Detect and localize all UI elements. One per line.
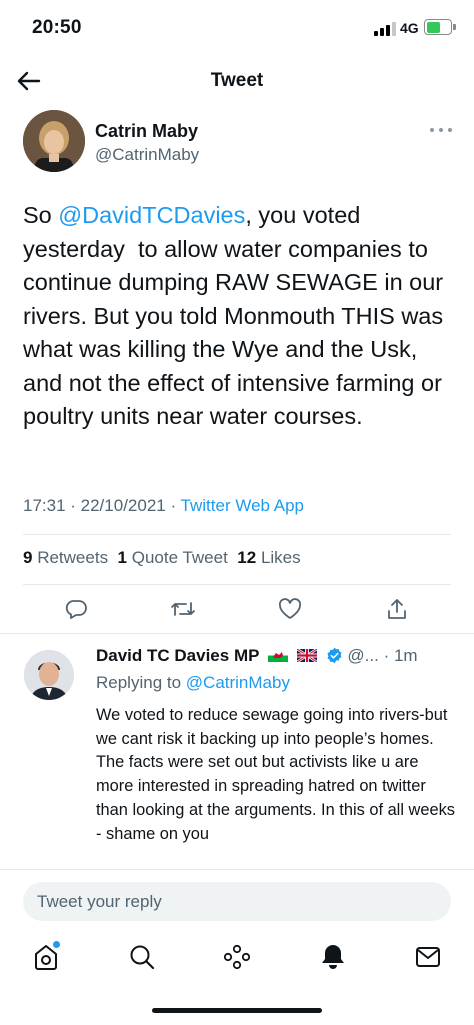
home-indicator xyxy=(152,1008,322,1013)
replying-to-label: Replying to xyxy=(96,673,186,692)
spaces-icon xyxy=(223,944,251,970)
reply-author-name[interactable]: David TC Davies MP xyxy=(96,646,259,665)
divider xyxy=(23,534,451,535)
bottom-tab-bar xyxy=(0,940,474,980)
tweet-stats: 9 Retweets 1 Quote Tweet 12 Likes xyxy=(23,548,301,568)
reply-composer[interactable] xyxy=(23,882,451,921)
divider xyxy=(0,633,474,634)
tweet-text-prefix: So xyxy=(23,202,59,228)
nav-header: Tweet xyxy=(0,60,474,102)
retweet-icon xyxy=(171,602,195,616)
tweet-text-body: , you voted yesterday to allow water com… xyxy=(23,202,450,429)
search-icon xyxy=(130,945,155,970)
page-title: Tweet xyxy=(210,70,264,91)
author-name[interactable]: Catrin Maby xyxy=(95,121,198,142)
more-options-button[interactable] xyxy=(430,120,452,140)
replying-to: Replying to @CatrinMaby xyxy=(96,673,290,693)
more-dots-icon xyxy=(430,128,434,132)
like-button[interactable] xyxy=(277,596,303,622)
tweet-actions xyxy=(0,596,474,622)
network-type: 4G xyxy=(400,20,419,36)
signal-strength-icon xyxy=(374,22,396,36)
reply-button[interactable] xyxy=(63,596,89,622)
tweet-mention-link[interactable]: @DavidTCDavies xyxy=(58,202,245,228)
battery-cap xyxy=(453,24,456,30)
battery-icon xyxy=(424,19,452,35)
tab-messages[interactable] xyxy=(413,940,443,974)
tab-search[interactable] xyxy=(127,940,157,974)
reply-bubble-icon xyxy=(65,600,87,619)
tweet-meta: 17:31 · 22/10/2021 · Twitter Web App xyxy=(23,496,304,516)
quote-tweets-stat[interactable]: 1 Quote Tweet xyxy=(118,548,228,567)
divider xyxy=(23,584,451,585)
author-handle[interactable]: @CatrinMaby xyxy=(95,145,199,165)
reply-time: · 1m xyxy=(383,646,418,665)
retweet-button[interactable] xyxy=(170,596,196,622)
share-icon xyxy=(388,599,406,619)
reply-author-avatar[interactable] xyxy=(24,650,74,700)
reply-avatar-image xyxy=(24,650,74,700)
reply-input[interactable] xyxy=(23,882,451,921)
author-avatar-image xyxy=(23,110,85,172)
replying-to-link[interactable]: @CatrinMaby xyxy=(186,673,290,692)
new-activity-dot xyxy=(53,941,60,948)
tab-spaces[interactable] xyxy=(222,940,252,974)
heart-icon xyxy=(278,598,302,619)
reply-header: David TC Davies MP @... · 1m xyxy=(96,646,418,666)
wales-flag-icon xyxy=(268,649,289,662)
tweet-timestamp: 17:31 · 22/10/2021 · xyxy=(23,496,181,515)
reply-author-handle[interactable]: @... xyxy=(347,646,378,665)
reply-text: We voted to reduce sewage going into riv… xyxy=(96,706,455,843)
verified-badge-icon xyxy=(327,647,342,664)
retweets-stat[interactable]: 9 Retweets xyxy=(23,548,108,567)
uk-flag-icon xyxy=(296,649,317,662)
bell-icon xyxy=(322,945,344,969)
tweet-text: So @DavidTCDavies, you voted yesterday t… xyxy=(23,199,453,434)
status-time: 20:50 xyxy=(32,17,82,38)
tweet-source-link[interactable]: Twitter Web App xyxy=(181,496,304,515)
author-avatar[interactable] xyxy=(23,110,85,172)
mail-icon xyxy=(416,947,440,967)
divider xyxy=(0,869,474,870)
tab-notifications[interactable] xyxy=(318,940,348,974)
likes-stat[interactable]: 12 Likes xyxy=(237,548,300,567)
status-bar: 20:50 4G xyxy=(0,0,474,56)
share-button[interactable] xyxy=(384,596,410,622)
